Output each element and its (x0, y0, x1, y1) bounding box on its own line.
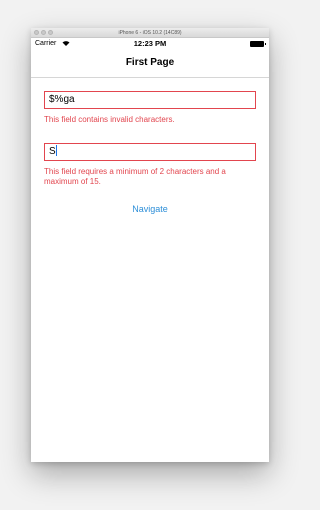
text-field-2-error: This field requires a minimum of 2 chara… (44, 167, 226, 186)
text-cursor (56, 145, 58, 156)
simulator-window: iPhone 6 - iOS 10.2 (14C89) Carrier 12:2… (31, 28, 269, 462)
text-field-2[interactable]: S (44, 143, 256, 161)
status-bar: Carrier 12:23 PM (31, 38, 269, 50)
battery-icon (250, 41, 266, 47)
text-field-1[interactable]: $%ga (44, 91, 256, 109)
window-title: iPhone 6 - iOS 10.2 (14C89) (118, 30, 182, 36)
text-field-2-value: S (49, 146, 56, 157)
simulator-titlebar: iPhone 6 - iOS 10.2 (14C89) (31, 28, 269, 38)
text-field-1-value: $%ga (49, 94, 75, 105)
page-title: First Page (125, 57, 175, 68)
status-time: 12:23 PM (133, 39, 167, 48)
navigate-button[interactable]: Navigate (31, 204, 269, 215)
text-field-1-error: This field contains invalid characters. (44, 115, 175, 124)
page-background: iPhone 6 - iOS 10.2 (14C89) Carrier 12:2… (0, 0, 300, 510)
navigation-bar: First Page (31, 50, 269, 78)
